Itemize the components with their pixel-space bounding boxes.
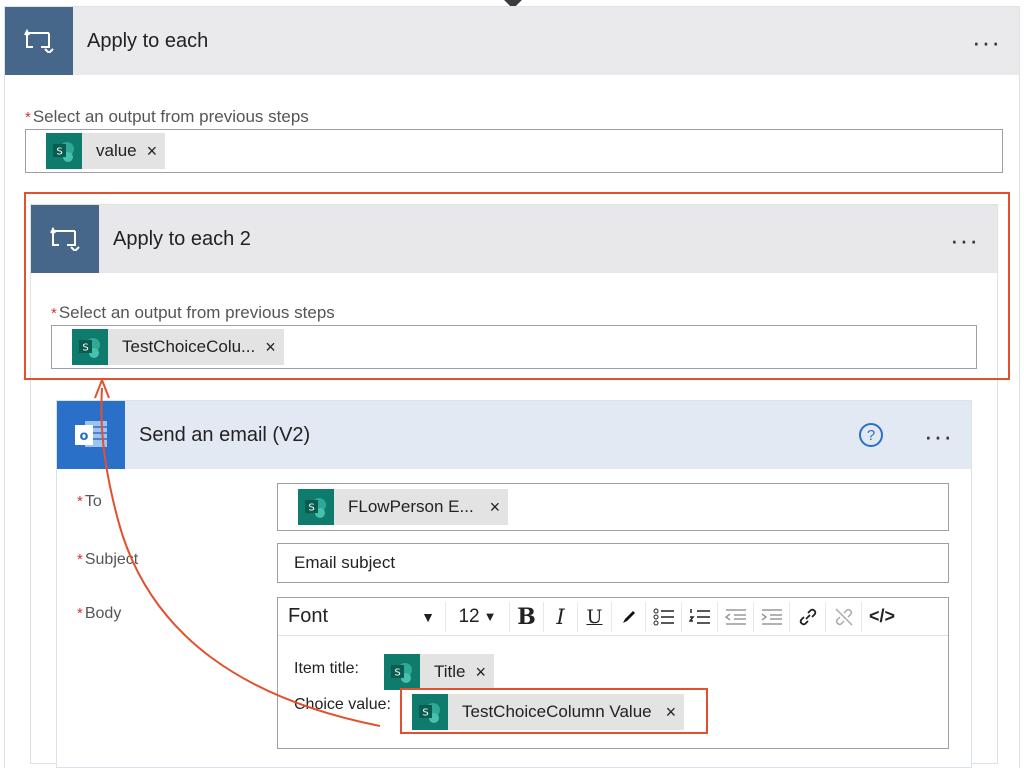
annotation-arrow [94,377,381,727]
